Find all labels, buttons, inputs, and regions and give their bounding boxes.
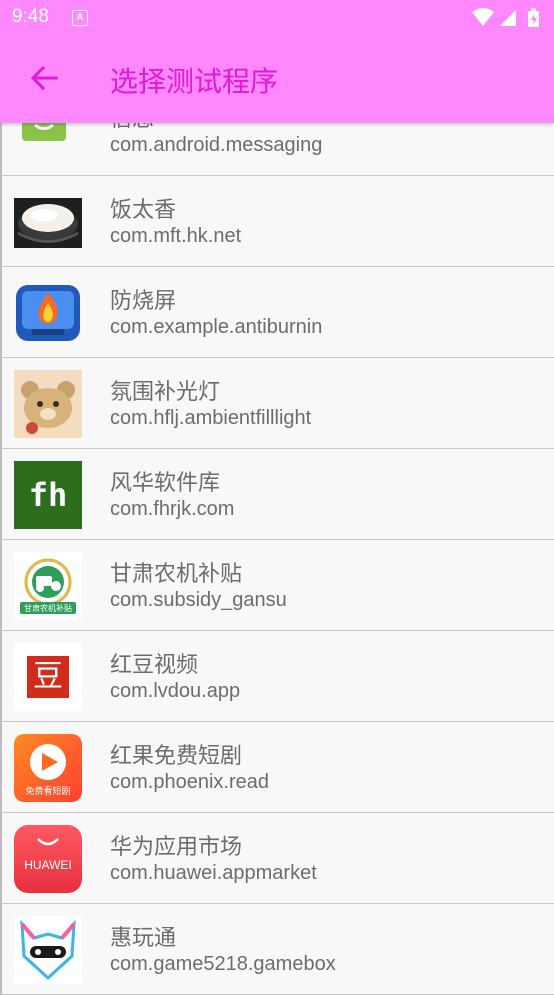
list-item[interactable]: 惠玩通 com.game5218.gamebox xyxy=(0,904,554,995)
back-button[interactable] xyxy=(22,56,66,100)
list-item[interactable]: fh 风华软件库 com.fhrjk.com xyxy=(0,449,554,540)
app-name: 防烧屏 xyxy=(110,289,177,314)
dou-character-icon: 豆 xyxy=(14,643,82,711)
app-name: 甘肃农机补贴 xyxy=(110,562,243,587)
signal-icon xyxy=(500,10,516,26)
app-name: 风华软件库 xyxy=(110,471,221,496)
huawei-bag-icon: HUAWEI xyxy=(14,825,82,893)
system-icons xyxy=(472,8,544,32)
app-name: 饭太香 xyxy=(110,198,177,223)
app-package: com.fhrjk.com xyxy=(110,498,235,520)
arrow-left-icon xyxy=(30,65,58,91)
list-item[interactable]: HUAWEI 华为应用市场 com.huawei.appmarket xyxy=(0,813,554,904)
app-package: com.mft.hk.net xyxy=(110,225,242,247)
list-item[interactable]: 豆 红豆视频 com.lvdou.app xyxy=(0,631,554,722)
app-package: com.huawei.appmarket xyxy=(110,862,317,884)
list-item[interactable]: 氛围补光灯 com.hflj.ambientfilllight xyxy=(0,358,554,449)
app-package: com.game5218.gamebox xyxy=(110,953,336,975)
a-icon: A xyxy=(72,10,88,26)
phoenix-badge-text: 免费看短剧 xyxy=(25,785,70,797)
app-package: com.subsidy_gansu xyxy=(110,589,287,611)
gamepad-cat-icon xyxy=(14,916,82,984)
rice-bowl-icon xyxy=(14,188,82,256)
wifi-icon xyxy=(472,8,494,26)
list-item[interactable]: 防烧屏 com.example.antiburnin xyxy=(0,267,554,358)
play-button-icon: 免费看短剧 xyxy=(14,734,82,802)
app-name: 红果免费短剧 xyxy=(110,744,243,769)
app-name: 氛围补光灯 xyxy=(110,380,221,405)
app-name: 红豆视频 xyxy=(110,653,199,678)
battery-icon xyxy=(528,8,539,27)
app-name: 华为应用市场 xyxy=(110,835,243,860)
subsidy-badge-text: 甘肃农机补贴 xyxy=(24,603,72,613)
fh-logo-text: fh xyxy=(14,461,82,529)
dou-character: 豆 xyxy=(27,656,69,698)
app-package: com.lvdou.app xyxy=(110,680,241,702)
app-bar: 9:48 A 选择测试程序 xyxy=(0,0,554,123)
list-item[interactable]: 甘肃农机补贴 甘肃农机补贴 com.subsidy_gansu xyxy=(0,540,554,631)
status-bar: 9:48 A xyxy=(0,0,554,36)
toolbar: 选择测试程序 xyxy=(0,36,554,123)
list-item[interactable]: 免费看短剧 红果免费短剧 com.phoenix.read xyxy=(0,722,554,813)
app-package: com.phoenix.read xyxy=(110,771,269,793)
app-package: com.android.messaging xyxy=(110,134,323,156)
page-title: 选择测试程序 xyxy=(110,65,279,98)
status-time: 9:48 xyxy=(12,6,49,27)
app-name: 惠玩通 xyxy=(110,926,177,951)
bear-icon xyxy=(14,370,82,438)
app-list: 信息 com.android.messaging 饭太香 com.mft.hk.… xyxy=(0,85,554,995)
app-package: com.hflj.ambientfilllight xyxy=(110,407,312,429)
huawei-logo-text: HUAWEI xyxy=(24,858,72,872)
app-package: com.example.antiburnin xyxy=(110,316,323,338)
tractor-badge-icon: 甘肃农机补贴 xyxy=(14,552,82,620)
list-item[interactable]: 饭太香 com.mft.hk.net xyxy=(0,176,554,267)
flame-screen-icon xyxy=(14,279,82,347)
fh-logo-icon: fh xyxy=(14,461,82,529)
